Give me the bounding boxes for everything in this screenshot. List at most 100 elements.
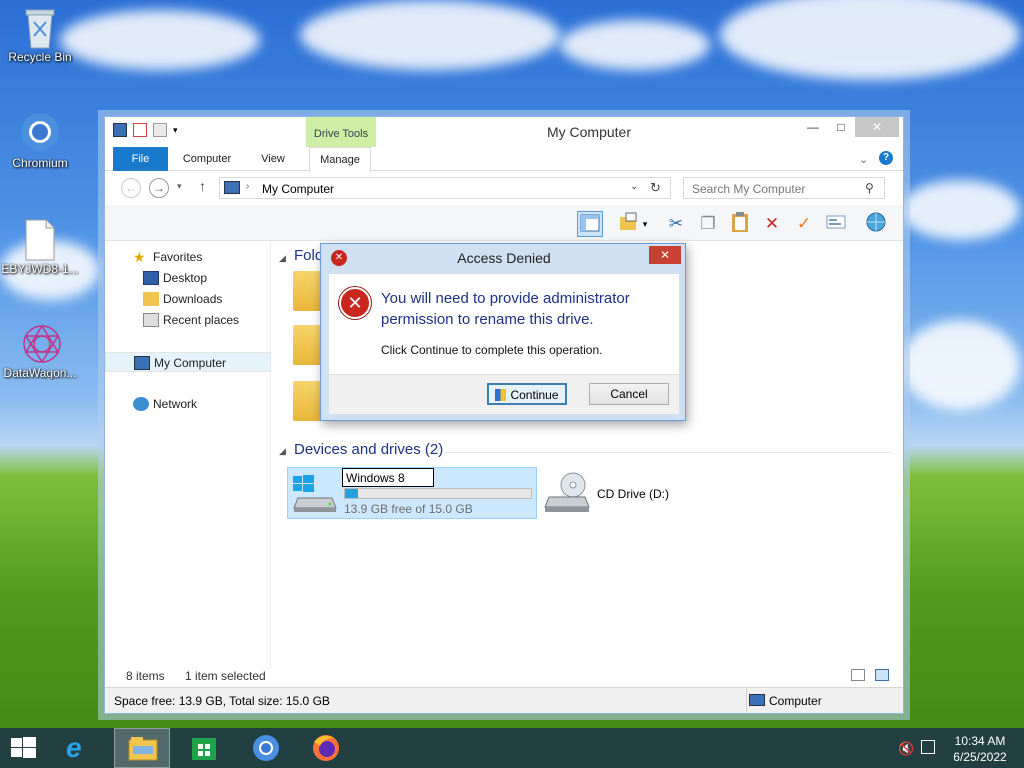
- properties-card-icon[interactable]: [823, 211, 849, 237]
- folder-icon[interactable]: [293, 381, 323, 421]
- nav-label: Network: [153, 397, 198, 411]
- network-globe-icon[interactable]: [863, 211, 889, 237]
- taskbar-internet-explorer[interactable]: e: [54, 728, 110, 768]
- uac-shield-icon: [495, 389, 507, 401]
- rename-check-icon[interactable]: ✓: [791, 211, 817, 237]
- delete-icon[interactable]: ✕: [759, 211, 785, 237]
- dialog-close-button[interactable]: ✕: [649, 246, 681, 264]
- dialog-title: Access Denied: [457, 250, 551, 266]
- taskbar-chromium[interactable]: [238, 728, 294, 768]
- network-icon: [133, 397, 149, 411]
- internet-explorer-icon: e: [66, 732, 82, 763]
- nav-label: My Computer: [154, 356, 227, 370]
- nav-downloads[interactable]: Downloads: [105, 289, 271, 309]
- paste-icon[interactable]: [727, 211, 753, 237]
- cut-icon[interactable]: ✂: [663, 211, 689, 237]
- computer-icon: [224, 181, 240, 194]
- folder-icon[interactable]: [293, 271, 323, 311]
- ribbon-tabs: File Computer View Manage ⌄ ?: [105, 147, 903, 172]
- back-button[interactable]: ←: [121, 178, 141, 198]
- taskbar: e 🔇 10:34 AM 6/25/2022: [0, 728, 1024, 768]
- search-icon[interactable]: ⚲: [865, 181, 874, 195]
- file-explorer-icon: [128, 737, 158, 761]
- taskbar-store[interactable]: [176, 728, 232, 768]
- details-view-icon[interactable]: [851, 669, 865, 681]
- datawagon-desktop-icon[interactable]: DataWagon...: [1, 322, 79, 380]
- nav-network[interactable]: Network: [105, 394, 271, 414]
- desktop-icon-label: DataWagon...: [3, 366, 77, 380]
- selection-count: 1 item selected: [185, 669, 266, 683]
- nav-recent-places[interactable]: Recent places: [105, 310, 271, 330]
- breadcrumb-chevron-icon[interactable]: ›: [246, 181, 249, 192]
- file-desktop-icon[interactable]: EBYJWD8-1...: [1, 218, 79, 276]
- windows-logo-icon: [11, 737, 36, 758]
- devices-group-header[interactable]: Devices and drives (2): [294, 441, 443, 458]
- command-toolbar: ▾ ✂ ❐ ✕ ✓: [105, 205, 903, 241]
- system-clock[interactable]: 10:34 AM 6/25/2022: [940, 733, 1020, 765]
- nav-label: Desktop: [163, 271, 208, 285]
- recycle-bin-desktop-icon[interactable]: Recycle Bin: [1, 6, 79, 64]
- desktop-icon-label: Chromium: [12, 156, 68, 170]
- address-text: My Computer: [262, 182, 335, 196]
- volume-muted-icon[interactable]: 🔇: [898, 741, 914, 757]
- cd-drive-icon: [543, 471, 591, 515]
- downloads-icon: [143, 292, 159, 306]
- maximize-button[interactable]: □: [827, 117, 855, 137]
- nav-label: Downloads: [163, 292, 223, 306]
- forward-button[interactable]: →: [149, 178, 169, 198]
- chromium-desktop-icon[interactable]: Chromium: [1, 112, 79, 170]
- dialog-body: ✕ You will need to provide administrator…: [329, 274, 679, 374]
- folder-options-icon[interactable]: [615, 211, 641, 237]
- taskbar-file-explorer[interactable]: [114, 728, 170, 768]
- drive-usage-fill: [345, 489, 359, 498]
- network-tray-icon[interactable]: [921, 740, 935, 754]
- clock-time: 10:34 AM: [954, 734, 1006, 748]
- details-divider: [746, 688, 747, 712]
- address-dropdown-icon[interactable]: ⌄: [630, 181, 638, 192]
- continue-button[interactable]: Continue: [487, 383, 567, 405]
- cancel-button[interactable]: Cancel: [589, 383, 669, 405]
- taskbar-firefox[interactable]: [298, 728, 354, 768]
- expand-ribbon-icon[interactable]: ⌄: [859, 153, 868, 166]
- nav-favorites[interactable]: ★ Favorites: [105, 247, 271, 267]
- close-button[interactable]: ✕: [855, 117, 899, 137]
- large-icons-view-icon[interactable]: [875, 669, 889, 681]
- computer-icon: [749, 694, 765, 706]
- desktop-icon-label: Recycle Bin: [8, 50, 72, 64]
- dialog-message: You will need to provide administrator p…: [381, 290, 630, 328]
- dialog-footer: Continue Cancel: [329, 374, 679, 414]
- space-summary: Space free: 13.9 GB, Total size: 15.0 GB: [114, 694, 330, 708]
- tab-manage[interactable]: Manage: [309, 147, 371, 172]
- drive-c-tile[interactable]: Windows 8 13.9 GB free of 15.0 GB: [287, 467, 537, 519]
- help-icon[interactable]: ?: [879, 151, 893, 165]
- search-input[interactable]: Search My Computer: [683, 177, 885, 199]
- folder-icon[interactable]: [293, 325, 323, 365]
- access-denied-dialog: ✕ Access Denied ✕ ✕ You will need to pro…: [320, 243, 686, 421]
- datawagon-icon: [20, 322, 61, 364]
- minimize-button[interactable]: —: [799, 117, 827, 137]
- document-icon: [20, 218, 60, 261]
- up-button[interactable]: ↑: [199, 178, 206, 194]
- folder-options-dropdown-icon[interactable]: ▾: [639, 211, 651, 237]
- address-bar[interactable]: › My Computer ⌄ ↻: [219, 177, 671, 199]
- drive-usage-bar: [344, 488, 532, 499]
- drive-d-tile[interactable]: CD Drive (D:): [543, 469, 703, 517]
- folders-group-header[interactable]: Fold: [294, 247, 323, 264]
- copy-icon[interactable]: ❐: [695, 211, 721, 237]
- chromium-icon: [20, 112, 60, 152]
- title-bar[interactable]: ▾ Drive Tools My Computer — □ ✕: [105, 117, 903, 147]
- collapse-group-icon[interactable]: ◢: [279, 253, 286, 264]
- collapse-group-icon[interactable]: ◢: [279, 446, 286, 457]
- rename-input[interactable]: Windows 8: [342, 468, 434, 487]
- cd-drive-label: CD Drive (D:): [597, 487, 669, 501]
- nav-my-computer[interactable]: My Computer: [105, 352, 271, 372]
- start-button[interactable]: [0, 728, 48, 768]
- nav-desktop[interactable]: Desktop: [105, 268, 271, 288]
- recent-locations-icon[interactable]: ▾: [177, 181, 182, 192]
- preview-pane-icon[interactable]: [577, 211, 603, 237]
- tab-file[interactable]: File: [113, 147, 168, 171]
- tab-view[interactable]: View: [251, 147, 295, 171]
- tab-computer[interactable]: Computer: [175, 147, 239, 171]
- refresh-icon[interactable]: ↻: [650, 180, 661, 196]
- dialog-instruction: Click Continue to complete this operatio…: [381, 343, 603, 357]
